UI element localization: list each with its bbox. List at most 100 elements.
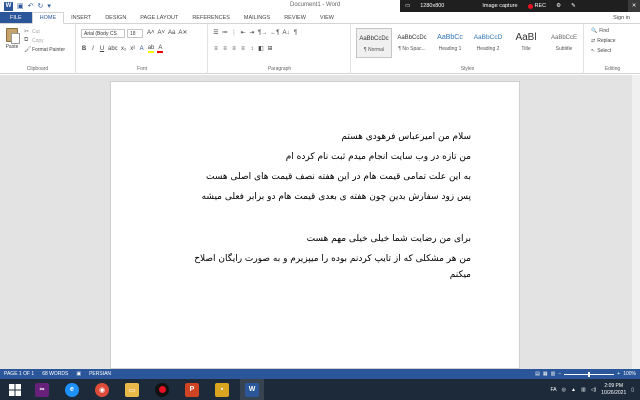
style-heading-1[interactable]: AaBbCc Heading 1 bbox=[432, 28, 468, 58]
paste-button[interactable]: Paste bbox=[4, 28, 20, 58]
doc-line[interactable]: من هر مشکلی که از تایپ کردنم بوده را میپ… bbox=[194, 254, 471, 264]
taskbar-app-yellow[interactable]: ▪ bbox=[210, 379, 234, 400]
taskbar-word[interactable]: W bbox=[240, 379, 264, 400]
bold-icon[interactable]: B bbox=[81, 46, 87, 52]
shrink-font-icon[interactable]: A˅ bbox=[158, 30, 166, 36]
sign-in-link[interactable]: Sign in bbox=[613, 12, 640, 23]
recorder-resolution[interactable]: 1280x800 bbox=[415, 0, 449, 12]
notification-icon[interactable]: ▯ bbox=[631, 387, 634, 393]
italic-icon[interactable]: I bbox=[90, 46, 96, 52]
shading-icon[interactable]: ◧ bbox=[258, 45, 264, 52]
pilcrow-icon[interactable]: ¶ bbox=[292, 30, 298, 36]
font-size-combo[interactable]: 18 bbox=[127, 29, 143, 38]
superscript-icon[interactable]: x² bbox=[130, 46, 136, 52]
taskbar-powerpoint[interactable]: P bbox=[180, 379, 204, 400]
tab-home[interactable]: HOME bbox=[31, 12, 65, 24]
tab-references[interactable]: REFERENCES bbox=[185, 12, 237, 23]
justify-icon[interactable]: ≡ bbox=[240, 46, 246, 52]
cut-button[interactable]: ✂ Cut bbox=[24, 28, 65, 36]
rtl-icon[interactable]: ←¶ bbox=[270, 30, 279, 36]
page-count[interactable]: PAGE 1 OF 1 bbox=[0, 371, 38, 377]
zoom-slider[interactable] bbox=[564, 371, 615, 377]
close-icon[interactable]: ✕ bbox=[628, 0, 640, 12]
taskbar-visual-studio[interactable]: ∞ bbox=[30, 379, 54, 400]
taskbar-explorer[interactable]: ▭ bbox=[120, 379, 144, 400]
recorder-mode[interactable]: Image capture bbox=[477, 0, 522, 12]
copy-button[interactable]: ⧉ Copy bbox=[24, 37, 65, 44]
tab-view[interactable]: VIEW bbox=[313, 12, 341, 23]
web-layout-icon[interactable]: ▥ bbox=[551, 371, 556, 377]
find-button[interactable]: 🔍 Find bbox=[591, 28, 616, 34]
grow-font-icon[interactable]: A˄ bbox=[147, 30, 155, 36]
document-page[interactable]: سلام من امیرعباس فرهودی هستم من تازه در … bbox=[110, 81, 520, 369]
proofing-icon[interactable]: ▣ bbox=[72, 371, 85, 377]
tab-file[interactable]: FILE bbox=[0, 12, 32, 23]
font-color-icon[interactable]: A bbox=[157, 45, 164, 53]
line-spacing-icon[interactable]: ↕ bbox=[249, 46, 255, 52]
start-button[interactable] bbox=[0, 379, 30, 400]
doc-line[interactable]: پس زود سفارش بدین چون هفته ی بعدی قیمت ه… bbox=[202, 192, 471, 202]
borders-icon[interactable]: ⊞ bbox=[267, 45, 273, 52]
numbering-icon[interactable]: ≔ bbox=[222, 29, 228, 36]
volume-icon[interactable]: ◁) bbox=[591, 387, 597, 393]
redo-icon[interactable]: ↻ bbox=[38, 2, 44, 11]
clear-format-icon[interactable]: A✕ bbox=[178, 29, 187, 36]
doc-line[interactable]: من تازه در وب سایت انجام میدم ثبت نام کر… bbox=[286, 152, 471, 162]
increase-indent-icon[interactable]: ⇥ bbox=[249, 29, 255, 36]
tray-app-icon[interactable]: ◎ bbox=[562, 387, 566, 393]
save-icon[interactable]: ▣ bbox=[17, 2, 24, 11]
taskbar-chrome[interactable]: ◉ bbox=[90, 379, 114, 400]
style-subtitle[interactable]: AaBbCcE Subtitle bbox=[546, 28, 582, 58]
zoom-in-icon[interactable]: + bbox=[617, 371, 620, 377]
print-layout-icon[interactable]: ▦ bbox=[543, 371, 548, 377]
doc-line[interactable]: برای من رضایت شما خیلی خیلی مهم هست bbox=[307, 234, 471, 244]
recorder-mode-icon[interactable]: ▭ bbox=[400, 0, 415, 12]
style-no-spacing[interactable]: AaBbCcDc ¶ No Spac... bbox=[394, 28, 430, 58]
align-right-icon[interactable]: ≡ bbox=[231, 46, 237, 52]
recorder-settings-icon[interactable]: ⚙ bbox=[551, 0, 566, 12]
language-indicator[interactable]: PERSIAN bbox=[85, 371, 115, 377]
network-icon[interactable]: ▥ bbox=[581, 387, 586, 393]
multilevel-list-icon[interactable]: ⋮ bbox=[231, 29, 237, 36]
zoom-out-icon[interactable]: − bbox=[558, 371, 561, 377]
tab-design[interactable]: DESIGN bbox=[98, 12, 133, 23]
customize-qat-icon[interactable]: ▾ bbox=[47, 2, 51, 11]
doc-line[interactable]: سلام من امیرعباس فرهودی هستم bbox=[341, 132, 471, 142]
ltr-icon[interactable]: ¶→ bbox=[258, 30, 267, 36]
change-case-icon[interactable]: Aa bbox=[168, 30, 175, 36]
style-title[interactable]: AaBl Title bbox=[508, 28, 544, 58]
sort-icon[interactable]: A↓ bbox=[282, 30, 289, 36]
format-painter-button[interactable]: 🖌 Format Painter bbox=[24, 46, 65, 54]
tab-review[interactable]: REVIEW bbox=[277, 12, 313, 23]
doc-line[interactable]: میکنم bbox=[450, 270, 471, 280]
doc-line[interactable]: به این علت تمامی قیمت هام در این هفته نص… bbox=[206, 172, 471, 182]
tray-arrow-icon[interactable]: ▲ bbox=[571, 387, 576, 393]
word-count[interactable]: 68 WORDS bbox=[38, 371, 72, 377]
zoom-level[interactable]: 100% bbox=[623, 371, 636, 377]
undo-icon[interactable]: ↶ bbox=[28, 2, 34, 11]
subscript-icon[interactable]: x₂ bbox=[121, 46, 127, 52]
taskbar-ie[interactable]: e bbox=[60, 379, 84, 400]
replace-button[interactable]: ⇄ Replace bbox=[591, 38, 616, 44]
underline-icon[interactable]: U bbox=[99, 46, 105, 52]
font-name-combo[interactable]: Arial (Body CS bbox=[81, 29, 125, 38]
read-mode-icon[interactable]: ▤ bbox=[535, 371, 540, 377]
style-heading-2[interactable]: AaBbCcD Heading 2 bbox=[470, 28, 506, 58]
highlight-icon[interactable]: ab bbox=[147, 45, 155, 53]
tab-mailings[interactable]: MAILINGS bbox=[237, 12, 277, 23]
bullets-icon[interactable]: ☰ bbox=[213, 29, 219, 36]
text-effects-icon[interactable]: A bbox=[139, 46, 145, 52]
style-normal[interactable]: AaBbCcDc ¶ Normal bbox=[356, 28, 392, 58]
tab-insert[interactable]: INSERT bbox=[64, 12, 98, 23]
record-button[interactable]: REC bbox=[523, 0, 552, 12]
clock[interactable]: 2:09 PM 10/26/2021 bbox=[601, 383, 626, 397]
strikethrough-icon[interactable]: abc bbox=[108, 46, 118, 52]
tab-page-layout[interactable]: PAGE LAYOUT bbox=[133, 12, 185, 23]
input-language[interactable]: FA bbox=[551, 387, 557, 393]
taskbar-recorder[interactable] bbox=[150, 379, 174, 400]
vertical-scrollbar[interactable] bbox=[632, 75, 640, 369]
align-center-icon[interactable]: ≡ bbox=[222, 46, 228, 52]
recorder-pen-icon[interactable]: ✎ bbox=[566, 0, 581, 12]
align-left-icon[interactable]: ≡ bbox=[213, 46, 219, 52]
select-button[interactable]: ↖ Select bbox=[591, 48, 616, 54]
